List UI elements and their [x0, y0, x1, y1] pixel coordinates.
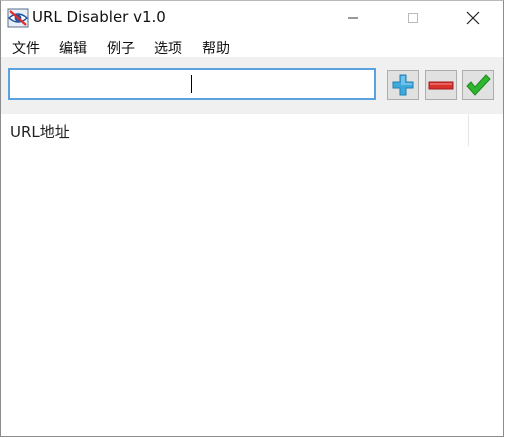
column-header-url[interactable]: URL地址: [1, 114, 469, 146]
url-list[interactable]: URL地址: [1, 114, 503, 436]
minus-icon: [428, 81, 454, 90]
remove-url-button[interactable]: [425, 70, 457, 100]
toolbar: [1, 57, 503, 114]
checkmark-icon: [466, 74, 491, 96]
column-header-label: URL地址: [10, 123, 70, 141]
menu-examples[interactable]: 例子: [107, 38, 135, 58]
apply-button[interactable]: [462, 70, 494, 100]
url-input[interactable]: [8, 68, 376, 100]
close-button[interactable]: [450, 1, 495, 35]
menu-help[interactable]: 帮助: [202, 38, 230, 58]
add-url-button[interactable]: [387, 70, 419, 100]
minimize-button[interactable]: [330, 1, 375, 35]
menu-bar: 文件 编辑 例子 选项 帮助: [1, 35, 503, 57]
plus-icon: [392, 74, 414, 96]
maximize-icon: [407, 13, 418, 23]
title-bar[interactable]: URL Disabler v1.0: [1, 1, 503, 35]
menu-edit[interactable]: 编辑: [59, 38, 87, 58]
app-window: URL Disabler v1.0 文件 编辑 例子 选项 帮助 URL地址: [0, 0, 504, 437]
minimize-icon: [347, 17, 358, 19]
window-title: URL Disabler v1.0: [32, 8, 166, 26]
text-caret: [191, 75, 192, 93]
maximize-button[interactable]: [390, 1, 435, 35]
menu-file[interactable]: 文件: [12, 38, 40, 58]
close-icon: [466, 11, 479, 25]
menu-options[interactable]: 选项: [154, 38, 182, 58]
app-eye-icon: [7, 8, 29, 28]
